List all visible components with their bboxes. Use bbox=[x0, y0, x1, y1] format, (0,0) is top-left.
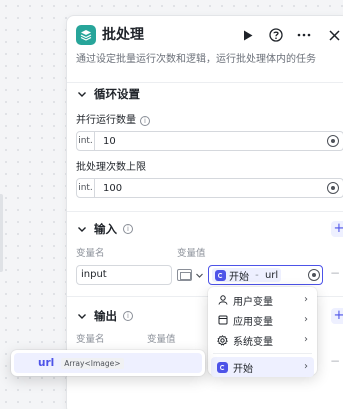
parallel-count-field[interactable]: int. 10 bbox=[76, 131, 343, 151]
chevron-down-icon bbox=[78, 227, 86, 232]
output-col-value: 变量值 bbox=[147, 334, 176, 345]
chevron-down-icon bbox=[78, 314, 86, 319]
batch-node-icon bbox=[76, 25, 96, 45]
chevron-right-icon: › bbox=[304, 334, 308, 345]
image-type-icon bbox=[177, 269, 192, 281]
remove-input-button[interactable]: − bbox=[330, 266, 340, 280]
reference-icon[interactable] bbox=[327, 135, 339, 147]
menu-item-label: 应用变量 bbox=[233, 316, 273, 328]
menu-item-label: 开始 bbox=[233, 363, 253, 375]
help-button[interactable] bbox=[266, 25, 286, 45]
panel-header: 批处理 通过设定批量运行次数和逻辑，运行批处理体内的任务 bbox=[67, 16, 343, 84]
info-icon[interactable]: i bbox=[123, 224, 133, 234]
add-input-button[interactable]: + bbox=[331, 221, 343, 237]
parallel-label: 并行运行数量 i bbox=[76, 114, 150, 128]
play-icon bbox=[244, 30, 253, 40]
section-output[interactable]: 输出 i bbox=[76, 308, 133, 324]
parallel-label-text: 并行运行数量 bbox=[76, 115, 136, 126]
chevron-down-icon bbox=[78, 92, 86, 97]
start-node-variable-menu: url Array<Image> bbox=[11, 350, 205, 376]
section-loop-settings[interactable]: 循环设置 bbox=[76, 86, 140, 102]
input-col-name: 变量名 bbox=[76, 248, 105, 259]
gear-icon bbox=[217, 334, 228, 346]
type-tag: int. bbox=[77, 179, 95, 197]
chevron-right-icon: › bbox=[304, 361, 308, 372]
menu-item-user-variables[interactable]: 用户变量 › bbox=[211, 290, 314, 310]
user-icon bbox=[217, 295, 228, 306]
chevron-down-icon bbox=[196, 273, 203, 278]
help-icon bbox=[269, 28, 283, 42]
ref-variable: url bbox=[264, 269, 279, 281]
info-icon[interactable]: i bbox=[123, 311, 133, 321]
menu-item-label: 用户变量 bbox=[233, 296, 273, 308]
divider bbox=[67, 211, 343, 212]
canvas-left-edge bbox=[0, 194, 3, 272]
close-icon bbox=[328, 29, 340, 41]
input-col-value: 变量值 bbox=[177, 248, 206, 259]
info-icon[interactable]: i bbox=[140, 116, 150, 126]
more-icon bbox=[297, 33, 311, 37]
ref-separator: - bbox=[252, 269, 262, 281]
section-output-title: 输出 bbox=[94, 309, 117, 323]
input-variable-value[interactable]: 开始 - url bbox=[208, 265, 323, 285]
input-variable-name[interactable]: input bbox=[76, 265, 172, 285]
add-output-button[interactable]: + bbox=[331, 308, 343, 324]
menu-divider bbox=[213, 353, 312, 354]
menu-item-start-node[interactable]: 开始 › bbox=[211, 357, 314, 377]
menu-item-system-variables[interactable]: 系统变量 › bbox=[211, 330, 314, 350]
section-loop-title: 循环设置 bbox=[94, 87, 140, 101]
close-button[interactable] bbox=[324, 25, 343, 45]
ref-source: 开始 bbox=[229, 271, 249, 283]
menu-item-app-variables[interactable]: 应用变量 › bbox=[211, 310, 314, 330]
panel-title: 批处理 bbox=[102, 27, 144, 43]
chevron-right-icon: › bbox=[304, 314, 308, 325]
variable-option-url[interactable]: url Array<Image> bbox=[14, 353, 202, 373]
variable-source-menu: 用户变量 › 应用变量 › 系统变量 › 开始 › bbox=[208, 287, 317, 377]
variable-option-type: Array<Image> bbox=[61, 357, 124, 369]
menu-item-label: 系统变量 bbox=[233, 336, 273, 348]
reference-icon[interactable] bbox=[308, 269, 320, 281]
panel-description: 通过设定批量运行次数和逻辑，运行批处理体内的任务 bbox=[76, 54, 316, 65]
reference-icon[interactable] bbox=[327, 182, 339, 194]
more-button[interactable] bbox=[294, 25, 314, 45]
section-input[interactable]: 输入 i bbox=[76, 221, 133, 237]
batch-limit-value[interactable]: 100 bbox=[95, 183, 327, 194]
parallel-count-value[interactable]: 10 bbox=[95, 136, 327, 147]
output-col-name: 变量名 bbox=[76, 334, 105, 345]
batch-limit-field[interactable]: int. 100 bbox=[76, 178, 343, 198]
folder-icon bbox=[217, 315, 228, 326]
start-node-icon bbox=[215, 269, 226, 281]
section-input-title: 输入 bbox=[94, 222, 117, 236]
run-button[interactable] bbox=[238, 25, 258, 45]
divider bbox=[67, 82, 343, 83]
type-tag: int. bbox=[77, 132, 95, 150]
remove-output-button[interactable]: − bbox=[330, 354, 340, 368]
variable-option-name: url bbox=[38, 357, 55, 369]
chevron-right-icon: › bbox=[304, 294, 308, 305]
batch-limit-label-text: 批处理次数上限 bbox=[76, 162, 146, 173]
value-type-select[interactable] bbox=[177, 265, 207, 285]
batch-limit-label: 批处理次数上限 bbox=[76, 161, 146, 175]
start-node-icon bbox=[217, 361, 228, 373]
reference-tag: 开始 - url bbox=[212, 268, 282, 283]
